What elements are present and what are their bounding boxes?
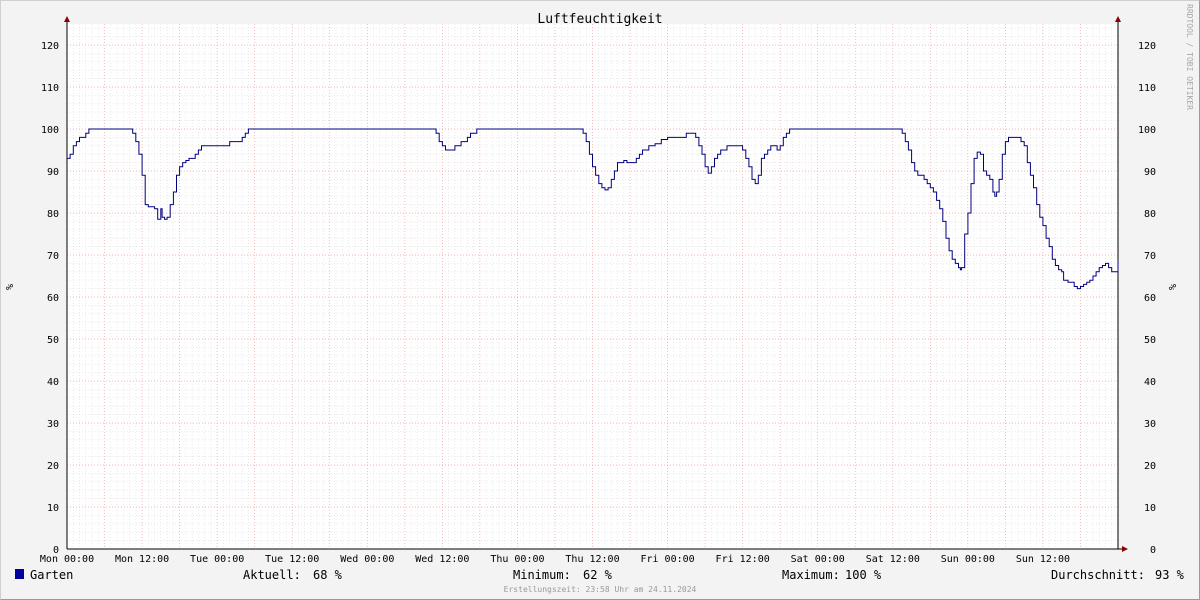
y-tick-label-left: 90	[47, 167, 59, 178]
legend-color-box	[15, 569, 24, 579]
x-tick-label: Thu 12:00	[565, 554, 619, 565]
y-axis-arrow-right	[1115, 16, 1121, 22]
y-tick-label-left: 120	[41, 41, 59, 52]
y-tick-label-right: 80	[1144, 209, 1156, 220]
y-tick-label-right: 30	[1144, 419, 1156, 430]
y-tick-label-right: 10	[1144, 503, 1156, 514]
y-tick-label-left: 10	[47, 503, 59, 514]
y-tick-label-right: 110	[1138, 83, 1156, 94]
x-tick-label: Sat 12:00	[866, 554, 920, 565]
y-tick-label-left: 40	[47, 377, 59, 388]
y-tick-label-right: 70	[1144, 251, 1156, 262]
y-tick-label-right: 60	[1144, 293, 1156, 304]
x-tick-label: Sun 12:00	[1016, 554, 1070, 565]
legend-current-value: 68 %	[313, 568, 343, 582]
y-tick-label-right: 20	[1144, 461, 1156, 472]
x-tick-label: Wed 12:00	[415, 554, 469, 565]
legend-min-value: 62 %	[583, 568, 613, 582]
x-tick-label: Wed 00:00	[340, 554, 394, 565]
y-tick-label-right: 40	[1144, 377, 1156, 388]
x-tick-labels: Mon 00:00 Mon 12:00 Tue 00:00 Tue 12:00 Wed …	[40, 554, 1070, 565]
y-axis-label-left: %	[5, 284, 16, 290]
y-tick-label-left: 100	[41, 125, 59, 136]
legend-min-label: Minimum:	[513, 568, 571, 582]
legend-series-label: Garten	[30, 568, 73, 582]
y-tick-labels-right: 0 10 20 30 40 50 60 70 80 90 100 110 120	[1138, 41, 1156, 556]
y-tick-label-right: 50	[1144, 335, 1156, 346]
y-tick-label-left: 110	[41, 83, 59, 94]
y-tick-label-left: 50	[47, 335, 59, 346]
y-tick-label-left: 80	[47, 209, 59, 220]
y-tick-label-left: 20	[47, 461, 59, 472]
x-tick-label: Sun 00:00	[941, 554, 995, 565]
y-axis-arrow-left	[64, 16, 70, 22]
y-tick-label-left: 60	[47, 293, 59, 304]
y-tick-label-right: 0	[1150, 545, 1156, 556]
chart-title: Luftfeuchtigkeit	[537, 12, 662, 27]
legend-max-label: Maximum:	[782, 568, 840, 582]
x-tick-label: Mon 12:00	[115, 554, 169, 565]
legend-avg-label: Durchschnitt:	[1051, 568, 1145, 582]
x-tick-label: Fri 12:00	[716, 554, 770, 565]
y-tick-label-right: 100	[1138, 125, 1156, 136]
y-tick-label-left: 30	[47, 419, 59, 430]
x-tick-label: Tue 12:00	[265, 554, 319, 565]
y-tick-label-left: 70	[47, 251, 59, 262]
humidity-chart: 0 10 20 30 40 50 60 70 80 90 100 110 120 0 10 20 30 40 50…	[5, 4, 1194, 594]
x-tick-label: Thu 00:00	[490, 554, 544, 565]
y-tick-label-right: 120	[1138, 41, 1156, 52]
legend-current-label: Aktuell:	[243, 568, 301, 582]
legend-avg-value: 93 %	[1155, 568, 1185, 582]
x-tick-label: Mon 00:00	[40, 554, 94, 565]
y-tick-labels-left: 0102030405060708090100110120	[41, 41, 59, 556]
x-tick-label: Fri 00:00	[640, 554, 694, 565]
legend-max-value: 100 %	[845, 568, 882, 582]
x-tick-label: Sat 00:00	[791, 554, 845, 565]
x-axis-arrow	[1122, 546, 1128, 552]
footer-timestamp: Erstellungszeit: 23:58 Uhr am 24.11.2024	[504, 585, 697, 594]
y-tick-label-right: 90	[1144, 167, 1156, 178]
watermark: RRDTOOL / TOBI OETIKER	[1185, 4, 1194, 110]
y-axis-label-right: %	[1168, 284, 1179, 290]
x-tick-label: Tue 00:00	[190, 554, 244, 565]
